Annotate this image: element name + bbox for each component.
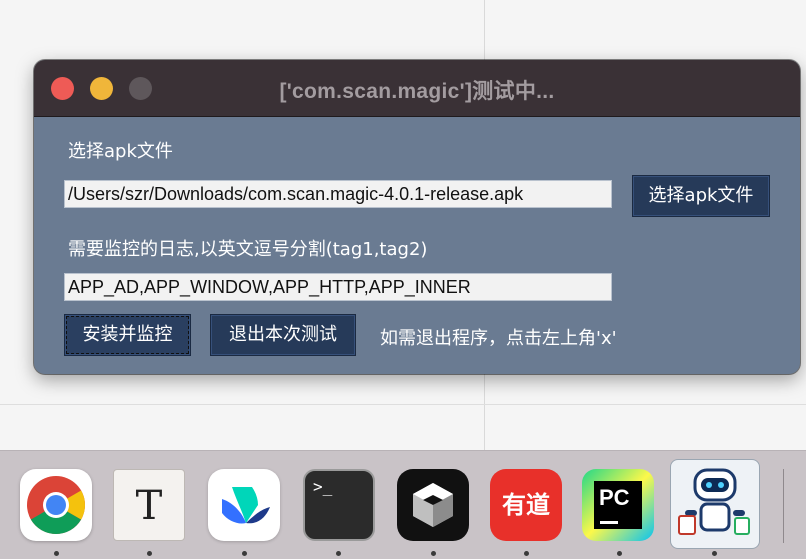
running-indicator	[712, 551, 717, 556]
window-title: ['com.scan.magic']测试中...	[279, 80, 555, 103]
exit-test-button[interactable]: 退出本次测试	[210, 314, 356, 356]
terminal-icon[interactable]: >_	[303, 469, 375, 541]
apk-path-field[interactable]: /Users/szr/Downloads/com.scan.magic-4.0.…	[64, 180, 612, 208]
typora-icon[interactable]: T	[113, 469, 185, 541]
log-tags-label: 需要监控的日志,以英文逗号分割(tag1,tag2)	[68, 239, 428, 260]
running-indicator	[617, 551, 622, 556]
apk-label: 选择apk文件	[68, 141, 173, 162]
test-window: ['com.scan.magic']测试中... 选择apk文件 /Users/…	[34, 60, 800, 374]
running-indicator	[336, 551, 341, 556]
running-indicator	[147, 551, 152, 556]
feishu-icon[interactable]	[208, 469, 280, 541]
dock: T >_ 有道 PC	[0, 450, 806, 559]
install-and-monitor-button[interactable]: 安装并监控	[64, 314, 191, 356]
robot-app-icon[interactable]	[670, 459, 760, 549]
window-titlebar[interactable]: ['com.scan.magic']测试中...	[34, 60, 800, 117]
running-indicator	[54, 551, 59, 556]
pycharm-icon[interactable]: PC	[582, 469, 654, 541]
chrome-icon[interactable]	[20, 469, 92, 541]
cube-app-icon[interactable]	[397, 469, 469, 541]
running-indicator	[524, 551, 529, 556]
running-indicator	[242, 551, 247, 556]
pycharm-underline	[600, 521, 618, 524]
log-tags-field[interactable]: APP_AD,APP_WINDOW,APP_HTTP,APP_INNER	[64, 273, 612, 301]
exit-hint-text: 如需退出程序，点击左上角'x'	[380, 328, 617, 349]
running-indicator	[431, 551, 436, 556]
background-divider-horizontal	[0, 404, 806, 405]
dock-separator	[783, 469, 784, 543]
choose-apk-button[interactable]: 选择apk文件	[632, 175, 770, 217]
youdao-icon[interactable]: 有道	[490, 469, 562, 541]
